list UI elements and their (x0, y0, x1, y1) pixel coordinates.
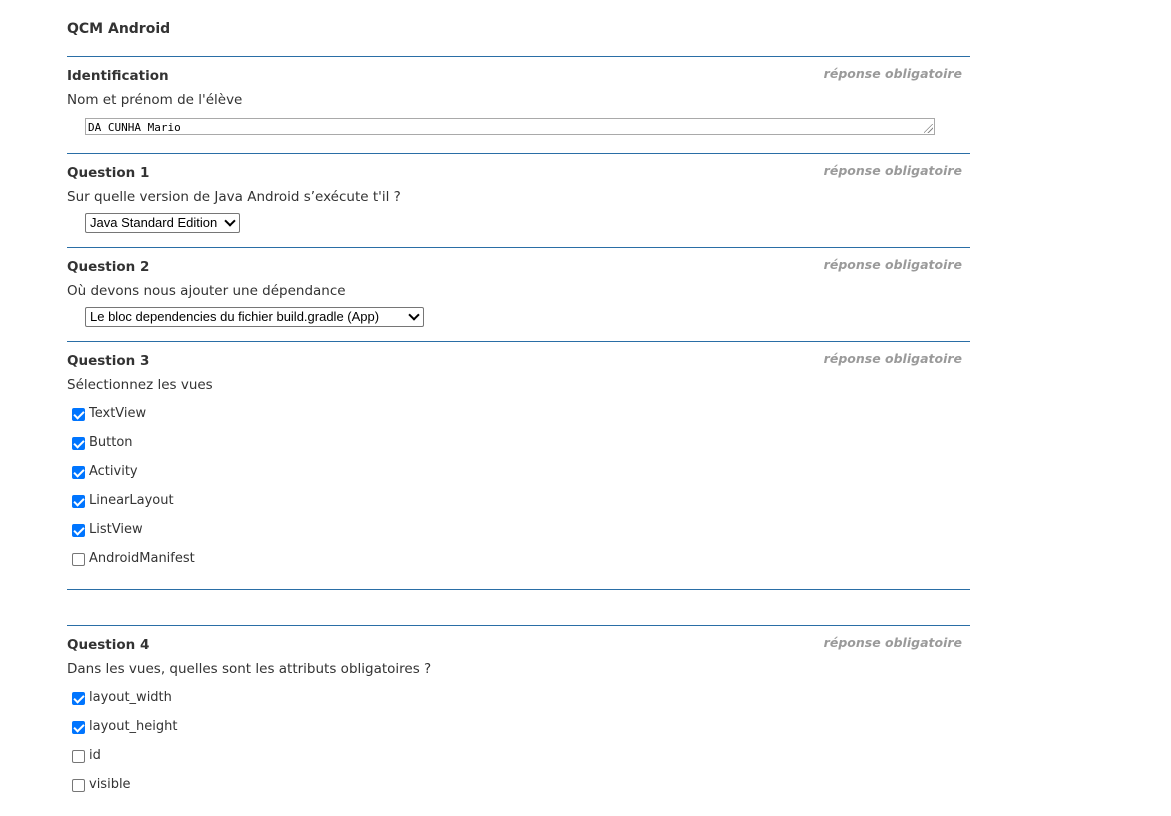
section-title: Identification (67, 68, 169, 84)
required-note: réponse obligatoire (823, 257, 962, 272)
required-note: réponse obligatoire (823, 351, 962, 366)
checkbox-label: LinearLayout (89, 493, 174, 508)
checkbox-label: id (89, 748, 101, 763)
section-question-2: Question 2 réponse obligatoire Où devons… (67, 247, 970, 341)
checkbox-label: layout_width (89, 690, 172, 705)
section-title: Question 4 (67, 637, 150, 653)
select-value: Java Standard Edition (90, 215, 218, 230)
checkbox-label: Button (89, 435, 133, 450)
checkbox-checked[interactable] (72, 692, 85, 705)
checkbox-label: TextView (89, 406, 147, 421)
question-text: Sélectionnez les vues (67, 377, 213, 393)
checkbox-label: ListView (89, 522, 143, 537)
resize-grip-icon[interactable] (924, 124, 933, 133)
checkbox-checked[interactable] (72, 495, 85, 508)
checkbox-checked[interactable] (72, 408, 85, 421)
checkbox-label: Activity (89, 464, 138, 479)
section-divider (67, 589, 970, 590)
chevron-down-icon (408, 309, 420, 321)
checkbox-checked[interactable] (72, 437, 85, 450)
checkbox-label: layout_height (89, 719, 178, 734)
required-note: réponse obligatoire (823, 163, 962, 178)
section-identification: Identification réponse obligatoire Nom e… (67, 56, 970, 153)
question-text: Nom et prénom de l'élève (67, 92, 243, 108)
select-value: Le bloc dependencies du fichier build.gr… (90, 309, 380, 324)
name-textarea[interactable]: DA CUNHA Mario (85, 118, 935, 135)
dependency-location-select[interactable]: Le bloc dependencies du fichier build.gr… (85, 307, 424, 327)
checkbox-checked[interactable] (72, 466, 85, 479)
required-note: réponse obligatoire (823, 66, 962, 81)
chevron-down-icon (224, 215, 236, 227)
page-title: QCM Android (67, 21, 171, 37)
question-text: Sur quelle version de Java Android s’exé… (67, 189, 401, 205)
section-question-1: Question 1 réponse obligatoire Sur quell… (67, 153, 970, 247)
checkbox-unchecked[interactable] (72, 750, 85, 763)
checkbox-checked[interactable] (72, 524, 85, 537)
checkbox-label: visible (89, 777, 131, 792)
checkbox-checked[interactable] (72, 721, 85, 734)
checkbox-unchecked[interactable] (72, 779, 85, 792)
section-question-4: Question 4 réponse obligatoire Dans les … (67, 625, 970, 816)
section-question-3: Question 3 réponse obligatoire Sélection… (67, 341, 970, 590)
checkbox-unchecked[interactable] (72, 553, 85, 566)
section-title: Question 3 (67, 353, 150, 369)
required-note: réponse obligatoire (823, 635, 962, 650)
section-title: Question 1 (67, 165, 150, 181)
checkbox-label: AndroidManifest (89, 551, 195, 566)
name-textarea-value: DA CUNHA Mario (88, 121, 181, 134)
java-version-select[interactable]: Java Standard Edition (85, 213, 240, 233)
question-text: Où devons nous ajouter une dépendance (67, 283, 346, 299)
section-title: Question 2 (67, 259, 150, 275)
question-text: Dans les vues, quelles sont les attribut… (67, 661, 432, 677)
